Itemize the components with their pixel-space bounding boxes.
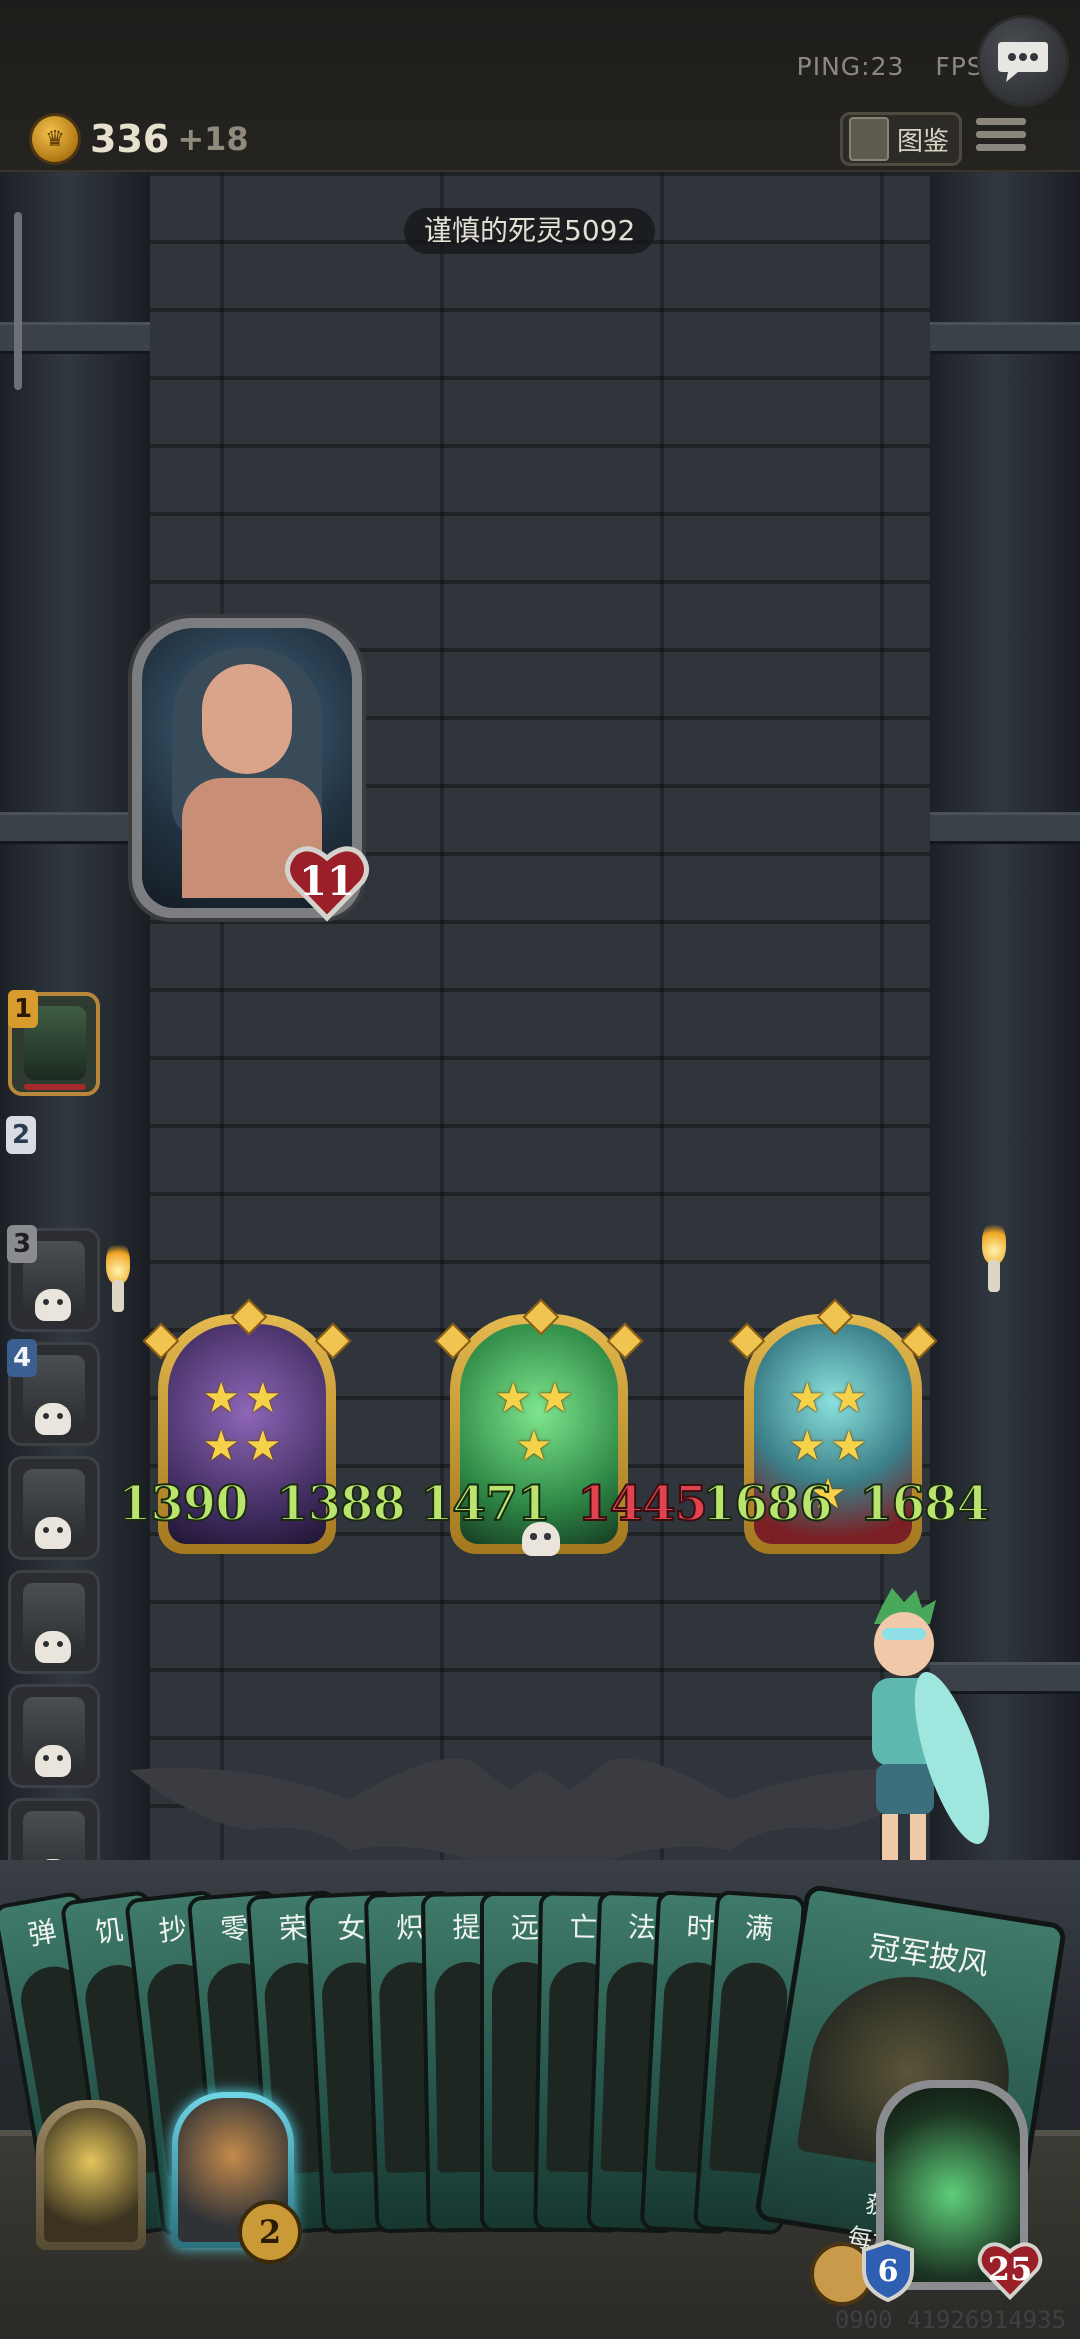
book-icon bbox=[849, 117, 889, 161]
flame bbox=[982, 1220, 1006, 1264]
minion-health: 1684 bbox=[858, 1475, 991, 1533]
crown-coin-icon: ♛ bbox=[32, 116, 78, 162]
torch-icon bbox=[976, 1220, 1012, 1292]
portrait-face bbox=[202, 664, 292, 774]
chat-button[interactable] bbox=[980, 18, 1066, 104]
opponent-name: 谨慎的死灵5092 bbox=[404, 208, 656, 254]
opponent-health: 11 bbox=[284, 838, 370, 924]
queue-slot[interactable] bbox=[8, 1570, 100, 1674]
star-icon: ★ bbox=[788, 1373, 826, 1422]
opponent-queue: 1 2 3 4 bbox=[0, 990, 108, 1910]
star-rating: ★ ★ ★ ★ ★ bbox=[778, 1373, 878, 1516]
menu-line bbox=[976, 131, 1026, 138]
top-bar: PING:23 FPS:6 ♛ 336 +18 图鉴 bbox=[0, 0, 1080, 174]
graveyard-deck[interactable] bbox=[36, 2100, 146, 2250]
gold-counter: ♛ 336 +18 bbox=[32, 116, 249, 162]
player-hp-value: 25 bbox=[987, 2250, 1033, 2288]
pillar-band bbox=[930, 322, 1080, 354]
ping-readout: PING:23 bbox=[796, 52, 905, 81]
queue-rank-badge: 2 bbox=[6, 1116, 36, 1154]
skull-icon bbox=[35, 1403, 71, 1435]
star-icon: ★ bbox=[788, 1421, 826, 1470]
skull-icon bbox=[35, 1517, 71, 1549]
star-icon: ★ bbox=[202, 1373, 240, 1422]
deck-art bbox=[44, 2108, 138, 2242]
queue-slot[interactable]: 1 bbox=[8, 990, 100, 1096]
queue-rank-badge: 1 bbox=[8, 990, 38, 1028]
minion-health: 1445 bbox=[576, 1475, 709, 1533]
codex-button[interactable]: 图鉴 bbox=[840, 112, 962, 166]
menu-button[interactable] bbox=[976, 112, 1026, 158]
pillar-band bbox=[0, 322, 150, 354]
star-icon: ★ bbox=[830, 1373, 868, 1422]
torch-icon bbox=[100, 1240, 136, 1312]
skull-icon bbox=[522, 1522, 560, 1556]
game-screen: PING:23 FPS:6 ♛ 336 +18 图鉴 谨慎的死灵5092 11 … bbox=[0, 0, 1080, 2339]
queue-slot[interactable] bbox=[8, 1684, 100, 1788]
gold-amount: 336 bbox=[90, 117, 170, 161]
minion-attack: 1686 bbox=[701, 1475, 834, 1533]
queue-slot[interactable] bbox=[8, 1456, 100, 1560]
skull-icon bbox=[35, 1745, 71, 1777]
menu-line bbox=[976, 144, 1026, 151]
skull-icon bbox=[35, 1289, 71, 1321]
star-icon: ★ bbox=[244, 1373, 282, 1422]
codex-label: 图鉴 bbox=[897, 126, 950, 157]
minion-3-stats: 1686 1684 bbox=[701, 1475, 991, 1533]
pillar-band bbox=[0, 812, 150, 844]
queue-health-bar bbox=[24, 1084, 86, 1090]
star-icon: ★ bbox=[536, 1373, 574, 1422]
player-armor: 6 bbox=[860, 2239, 916, 2303]
armor-value: 6 bbox=[877, 2254, 899, 2289]
minion-attack: 1390 bbox=[117, 1475, 250, 1533]
star-icon: ★ bbox=[830, 1421, 868, 1470]
gold-income: +18 bbox=[177, 120, 249, 158]
minion-2-stats: 1471 1445 bbox=[419, 1475, 709, 1533]
opponent-hp-value: 11 bbox=[299, 858, 355, 905]
star-icon: ★ bbox=[202, 1421, 240, 1470]
match-id: 0900 41926914935 bbox=[834, 2306, 1066, 2334]
star-rating: ★ ★ ★ bbox=[484, 1373, 584, 1470]
star-icon: ★ bbox=[244, 1421, 282, 1470]
flame bbox=[106, 1240, 130, 1284]
minion-health: 1388 bbox=[274, 1475, 407, 1533]
star-icon: ★ bbox=[515, 1421, 553, 1470]
network-status: PING:23 FPS:6 bbox=[775, 52, 1010, 81]
queue-slot[interactable]: 3 bbox=[7, 1225, 100, 1332]
queue-rank-badge: 3 bbox=[7, 1225, 37, 1263]
minion-1-stats: 1390 1388 bbox=[117, 1475, 407, 1533]
card-initial: 满 bbox=[743, 1910, 775, 1946]
menu-line bbox=[976, 118, 1026, 125]
skull-icon bbox=[35, 1631, 71, 1663]
candle bbox=[112, 1280, 124, 1312]
scroll-indicator[interactable] bbox=[14, 212, 22, 390]
queue-slot[interactable]: 4 bbox=[7, 1339, 100, 1446]
queue-rank-badge: 4 bbox=[7, 1339, 37, 1377]
deck-count-badge: 2 bbox=[238, 2200, 302, 2264]
star-rating: ★ ★ ★ ★ bbox=[192, 1373, 292, 1470]
player-health: 25 bbox=[976, 2236, 1044, 2302]
pillar-band bbox=[930, 812, 1080, 844]
chat-bubble-icon bbox=[998, 42, 1048, 82]
candle bbox=[988, 1260, 1000, 1292]
star-icon: ★ bbox=[494, 1373, 532, 1422]
